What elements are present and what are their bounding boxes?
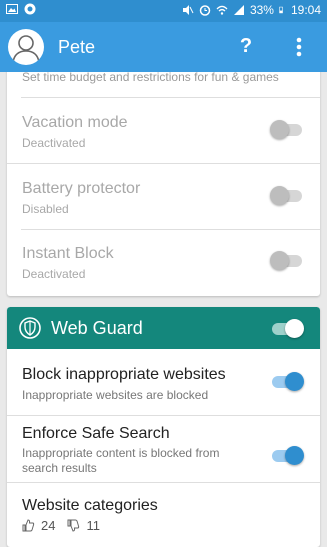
- status-bar: 33% 19:04: [0, 0, 327, 22]
- web-guard-card: Web Guard Block inappropriate websites I…: [7, 307, 320, 547]
- instant-block-row[interactable]: Instant Block Deactivated: [7, 230, 320, 296]
- thumbs-down-icon: [67, 519, 80, 532]
- web-guard-header[interactable]: Web Guard: [7, 307, 320, 349]
- signal-icon: [233, 5, 244, 15]
- shield-icon: [19, 317, 41, 339]
- partial-description: Set time budget and restrictions for fun…: [22, 70, 279, 84]
- app-bar: Pete ?: [0, 22, 327, 72]
- avatar-icon: [12, 35, 40, 63]
- block-inappropriate-row[interactable]: Block inappropriate websites Inappropria…: [7, 349, 320, 415]
- blocked-count: 11: [86, 518, 100, 533]
- block-inappropriate-toggle[interactable]: [270, 371, 304, 391]
- vacation-mode-toggle[interactable]: [270, 119, 304, 139]
- wifi-icon: [216, 5, 228, 15]
- thumbs-up-icon: [22, 519, 35, 532]
- more-vert-icon[interactable]: [290, 35, 308, 59]
- mute-icon: [182, 5, 194, 15]
- web-guard-toggle[interactable]: [270, 318, 304, 338]
- app-icon: [24, 3, 36, 15]
- battery-percent: 33%: [249, 3, 274, 17]
- battery-protector-row[interactable]: Battery protector Disabled: [7, 164, 320, 230]
- instant-block-title: Instant Block: [22, 245, 114, 262]
- battery-protector-toggle[interactable]: [270, 185, 304, 205]
- alarm-icon: [199, 5, 211, 16]
- safe-search-row[interactable]: Enforce Safe Search Inappropriate conten…: [7, 416, 320, 482]
- safe-search-title: Enforce Safe Search: [22, 425, 170, 442]
- battery-protector-status: Disabled: [22, 202, 69, 216]
- help-icon[interactable]: ?: [236, 35, 256, 59]
- allowed-count: 24: [41, 518, 56, 533]
- website-categories-title: Website categories: [22, 497, 158, 514]
- vacation-mode-status: Deactivated: [22, 136, 86, 150]
- instant-block-status: Deactivated: [22, 267, 86, 281]
- vacation-mode-row[interactable]: Vacation mode Deactivated: [7, 98, 320, 164]
- vacation-mode-title: Vacation mode: [22, 114, 128, 131]
- safe-search-desc: Inappropriate content is blocked from se…: [22, 446, 220, 475]
- category-counts: 24 11: [22, 518, 100, 533]
- image-icon: [6, 4, 18, 14]
- block-inappropriate-desc: Inappropriate websites are blocked: [22, 388, 209, 402]
- settings-card: Set time budget and restrictions for fun…: [7, 64, 320, 296]
- status-time: 19:04: [290, 3, 321, 17]
- battery-icon: [279, 6, 283, 14]
- avatar[interactable]: [8, 29, 44, 65]
- website-categories-row[interactable]: Website categories 24 11: [7, 483, 320, 543]
- instant-block-toggle[interactable]: [270, 250, 304, 270]
- battery-protector-title: Battery protector: [22, 180, 141, 197]
- safe-search-toggle[interactable]: [270, 445, 304, 465]
- app-title: Pete: [58, 37, 96, 57]
- block-inappropriate-title: Block inappropriate websites: [22, 366, 226, 383]
- web-guard-title: Web Guard: [51, 318, 143, 338]
